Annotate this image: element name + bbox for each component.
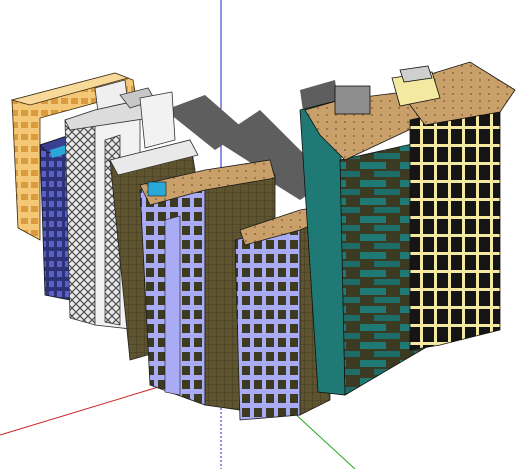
- red-x-axis: [0, 384, 166, 436]
- sketchup-viewport[interactable]: [0, 0, 529, 469]
- 3d-model-scene[interactable]: [0, 0, 529, 469]
- cream-black-tower[interactable]: [391, 61, 516, 351]
